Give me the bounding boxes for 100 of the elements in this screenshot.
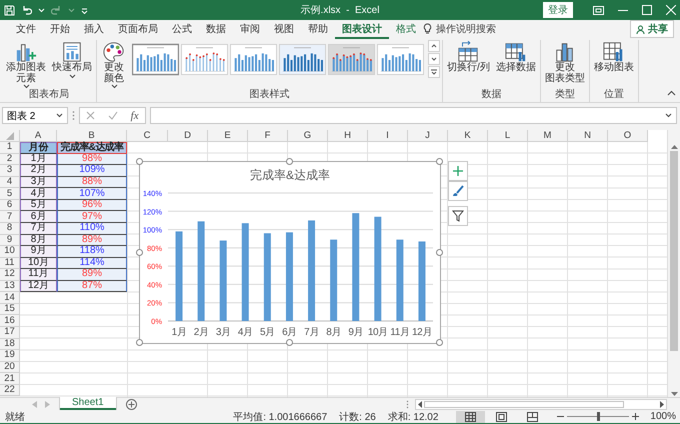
axis-label: 6月 bbox=[282, 327, 297, 338]
table-cell: 9月 bbox=[20, 246, 57, 258]
row-header[interactable]: 9 bbox=[0, 234, 20, 246]
row-header[interactable]: 10 bbox=[0, 246, 20, 258]
ribbon-tab[interactable]: 视图 bbox=[267, 20, 301, 38]
row-header[interactable]: 13 bbox=[0, 280, 20, 292]
row-header[interactable]: 20 bbox=[0, 362, 20, 374]
axis-label: 11月 bbox=[390, 327, 410, 338]
row-header[interactable]: 17 bbox=[0, 327, 20, 339]
table-cell: 97% bbox=[57, 211, 127, 223]
share-button[interactable]: 共享 bbox=[630, 20, 674, 38]
column-header[interactable]: N bbox=[568, 130, 608, 142]
zoom-level: 100% bbox=[650, 411, 676, 422]
row-header[interactable]: 15 bbox=[0, 304, 20, 316]
ribbon-tab[interactable]: 格式 bbox=[389, 20, 423, 38]
status-text: 计数: 26 bbox=[339, 410, 376, 424]
row-header[interactable]: 21 bbox=[0, 373, 20, 385]
ribbon-tab[interactable]: 文件 bbox=[9, 20, 43, 38]
ribbon-button[interactable]: 切换行/列 bbox=[445, 40, 492, 74]
table-cell: 110% bbox=[57, 222, 127, 234]
table-cell: 1月 bbox=[20, 154, 57, 166]
column-header[interactable]: C bbox=[127, 130, 168, 142]
table-cell: 107% bbox=[57, 188, 127, 200]
axis-label: 4月 bbox=[238, 327, 253, 338]
group-label: 数据 bbox=[480, 89, 502, 101]
row-header[interactable]: 11 bbox=[0, 258, 20, 270]
row-header[interactable]: 7 bbox=[0, 211, 20, 223]
ribbon-button[interactable]: 选择数据 bbox=[494, 40, 538, 74]
row-header[interactable]: 8 bbox=[0, 222, 20, 234]
table-cell: 11月 bbox=[20, 269, 57, 281]
ribbon-tab[interactable]: 帮助 bbox=[301, 20, 335, 38]
ribbon-button[interactable]: 快速布局 bbox=[50, 40, 94, 80]
sheet-tab[interactable]: Sheet1 bbox=[60, 397, 116, 410]
table-cell: 96% bbox=[57, 200, 127, 212]
row-header[interactable]: 5 bbox=[0, 188, 20, 200]
table-cell: 89% bbox=[57, 269, 127, 281]
ribbon-button[interactable]: 添加图表 元素 bbox=[4, 40, 48, 90]
ribbon-tab[interactable]: 页面布局 bbox=[111, 20, 165, 38]
column-header[interactable]: H bbox=[328, 130, 368, 142]
group-label: 图表样式 bbox=[248, 89, 290, 101]
table-cell: 7月 bbox=[20, 222, 57, 234]
table-cell: 87% bbox=[57, 280, 127, 292]
table-header: 完成率&达成率 bbox=[57, 142, 127, 154]
column-header[interactable]: F bbox=[248, 130, 288, 142]
column-header[interactable]: K bbox=[448, 130, 488, 142]
column-header[interactable]: G bbox=[288, 130, 328, 142]
column-header[interactable]: L bbox=[488, 130, 528, 142]
row-header[interactable]: 4 bbox=[0, 176, 20, 188]
row-header[interactable]: 16 bbox=[0, 315, 20, 327]
column-header[interactable]: A bbox=[20, 130, 57, 142]
group-label: 位置 bbox=[602, 89, 625, 101]
table-cell: 89% bbox=[57, 234, 127, 246]
ribbon-button[interactable]: 移动图表 bbox=[592, 40, 636, 74]
table-cell: 8月 bbox=[20, 234, 57, 246]
column-header[interactable]: I bbox=[368, 130, 408, 142]
table-cell: 10月 bbox=[20, 258, 57, 270]
row-header[interactable]: 6 bbox=[0, 200, 20, 212]
table-cell: 6月 bbox=[20, 211, 57, 223]
name-box[interactable]: 图表 2 bbox=[2, 107, 68, 124]
ribbon-button[interactable]: 更改 图表类型 bbox=[542, 40, 587, 85]
table-cell: 4月 bbox=[20, 188, 57, 200]
column-header[interactable]: J bbox=[408, 130, 448, 142]
ribbon-tab[interactable]: 审阅 bbox=[233, 20, 267, 38]
table-cell: 5月 bbox=[20, 200, 57, 212]
axis-label: 9月 bbox=[348, 327, 364, 338]
column-header[interactable]: E bbox=[208, 130, 248, 142]
tell-me-field[interactable]: 操作说明搜索 bbox=[436, 24, 508, 34]
table-cell: 118% bbox=[57, 246, 127, 258]
table-cell: 114% bbox=[57, 258, 127, 270]
ribbon-tab[interactable]: 公式 bbox=[165, 20, 199, 38]
axis-label: 5月 bbox=[260, 327, 275, 338]
axis-label: 2月 bbox=[194, 327, 208, 338]
column-header[interactable]: O bbox=[608, 130, 648, 142]
axis-label: 7月 bbox=[304, 327, 319, 338]
ribbon-tab[interactable]: 数据 bbox=[199, 20, 233, 38]
table-cell: 88% bbox=[57, 176, 127, 188]
ribbon-tab[interactable]: 开始 bbox=[43, 20, 77, 38]
sign-in-button[interactable]: 登录 bbox=[543, 2, 573, 18]
ribbon-button[interactable]: 更改 颜色 bbox=[99, 40, 129, 90]
chart-title: 完成率&达成率 bbox=[250, 168, 330, 182]
row-header[interactable]: 2 bbox=[0, 154, 20, 166]
ribbon-tab[interactable]: 插入 bbox=[77, 20, 111, 38]
insert-function-button[interactable]: fx bbox=[130, 110, 139, 122]
column-header[interactable]: B bbox=[57, 130, 127, 142]
row-header[interactable]: 14 bbox=[0, 292, 20, 304]
status-text: 求和: 12.02 bbox=[388, 410, 438, 424]
table-header: 月份 bbox=[20, 142, 57, 154]
group-label: 类型 bbox=[554, 89, 576, 101]
row-header[interactable]: 1 bbox=[0, 142, 20, 154]
table-cell: 2月 bbox=[20, 165, 57, 177]
column-header[interactable]: M bbox=[528, 130, 568, 142]
row-header[interactable]: 19 bbox=[0, 350, 20, 362]
row-header[interactable]: 22 bbox=[0, 384, 20, 396]
row-header[interactable]: 3 bbox=[0, 165, 20, 177]
row-header[interactable]: 12 bbox=[0, 269, 20, 281]
row-header[interactable]: 18 bbox=[0, 338, 20, 350]
table-cell: 12月 bbox=[20, 280, 57, 292]
column-header[interactable]: D bbox=[168, 130, 208, 142]
window-title: 示例.xlsx - Excel bbox=[300, 4, 380, 17]
table-cell: 109% bbox=[57, 165, 127, 177]
